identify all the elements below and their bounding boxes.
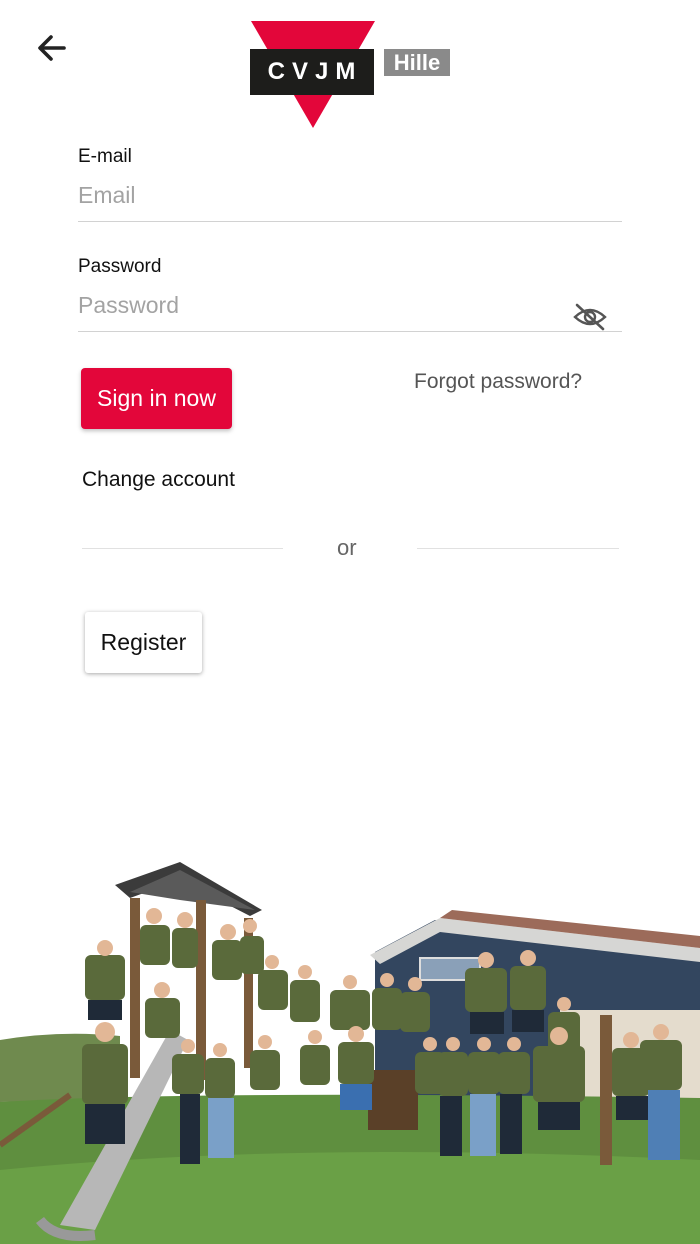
cvjm-logo: CVJM Hille [250,20,452,130]
or-separator: or [337,535,357,560]
password-input[interactable] [78,282,622,332]
logo-wordmark: CVJM [250,49,374,95]
arrow-left-icon [38,35,66,61]
group-photo [0,840,700,1244]
password-label: Password [78,256,162,277]
sign-in-button[interactable]: Sign in now [81,368,232,429]
register-button[interactable]: Register [85,612,202,673]
email-field-group: E-mail [78,146,622,222]
back-button[interactable] [30,28,74,68]
password-visibility-toggle[interactable] [572,302,608,332]
email-label: E-mail [78,146,132,167]
eye-off-icon [573,303,607,331]
logo-location: Hille [384,49,450,76]
divider-right [417,548,619,549]
email-input[interactable] [78,172,622,222]
divider-left [82,548,283,549]
password-field-group: Password [78,256,622,332]
forgot-password-link[interactable]: Forgot password? [414,370,582,394]
change-account-link[interactable]: Change account [82,468,235,492]
